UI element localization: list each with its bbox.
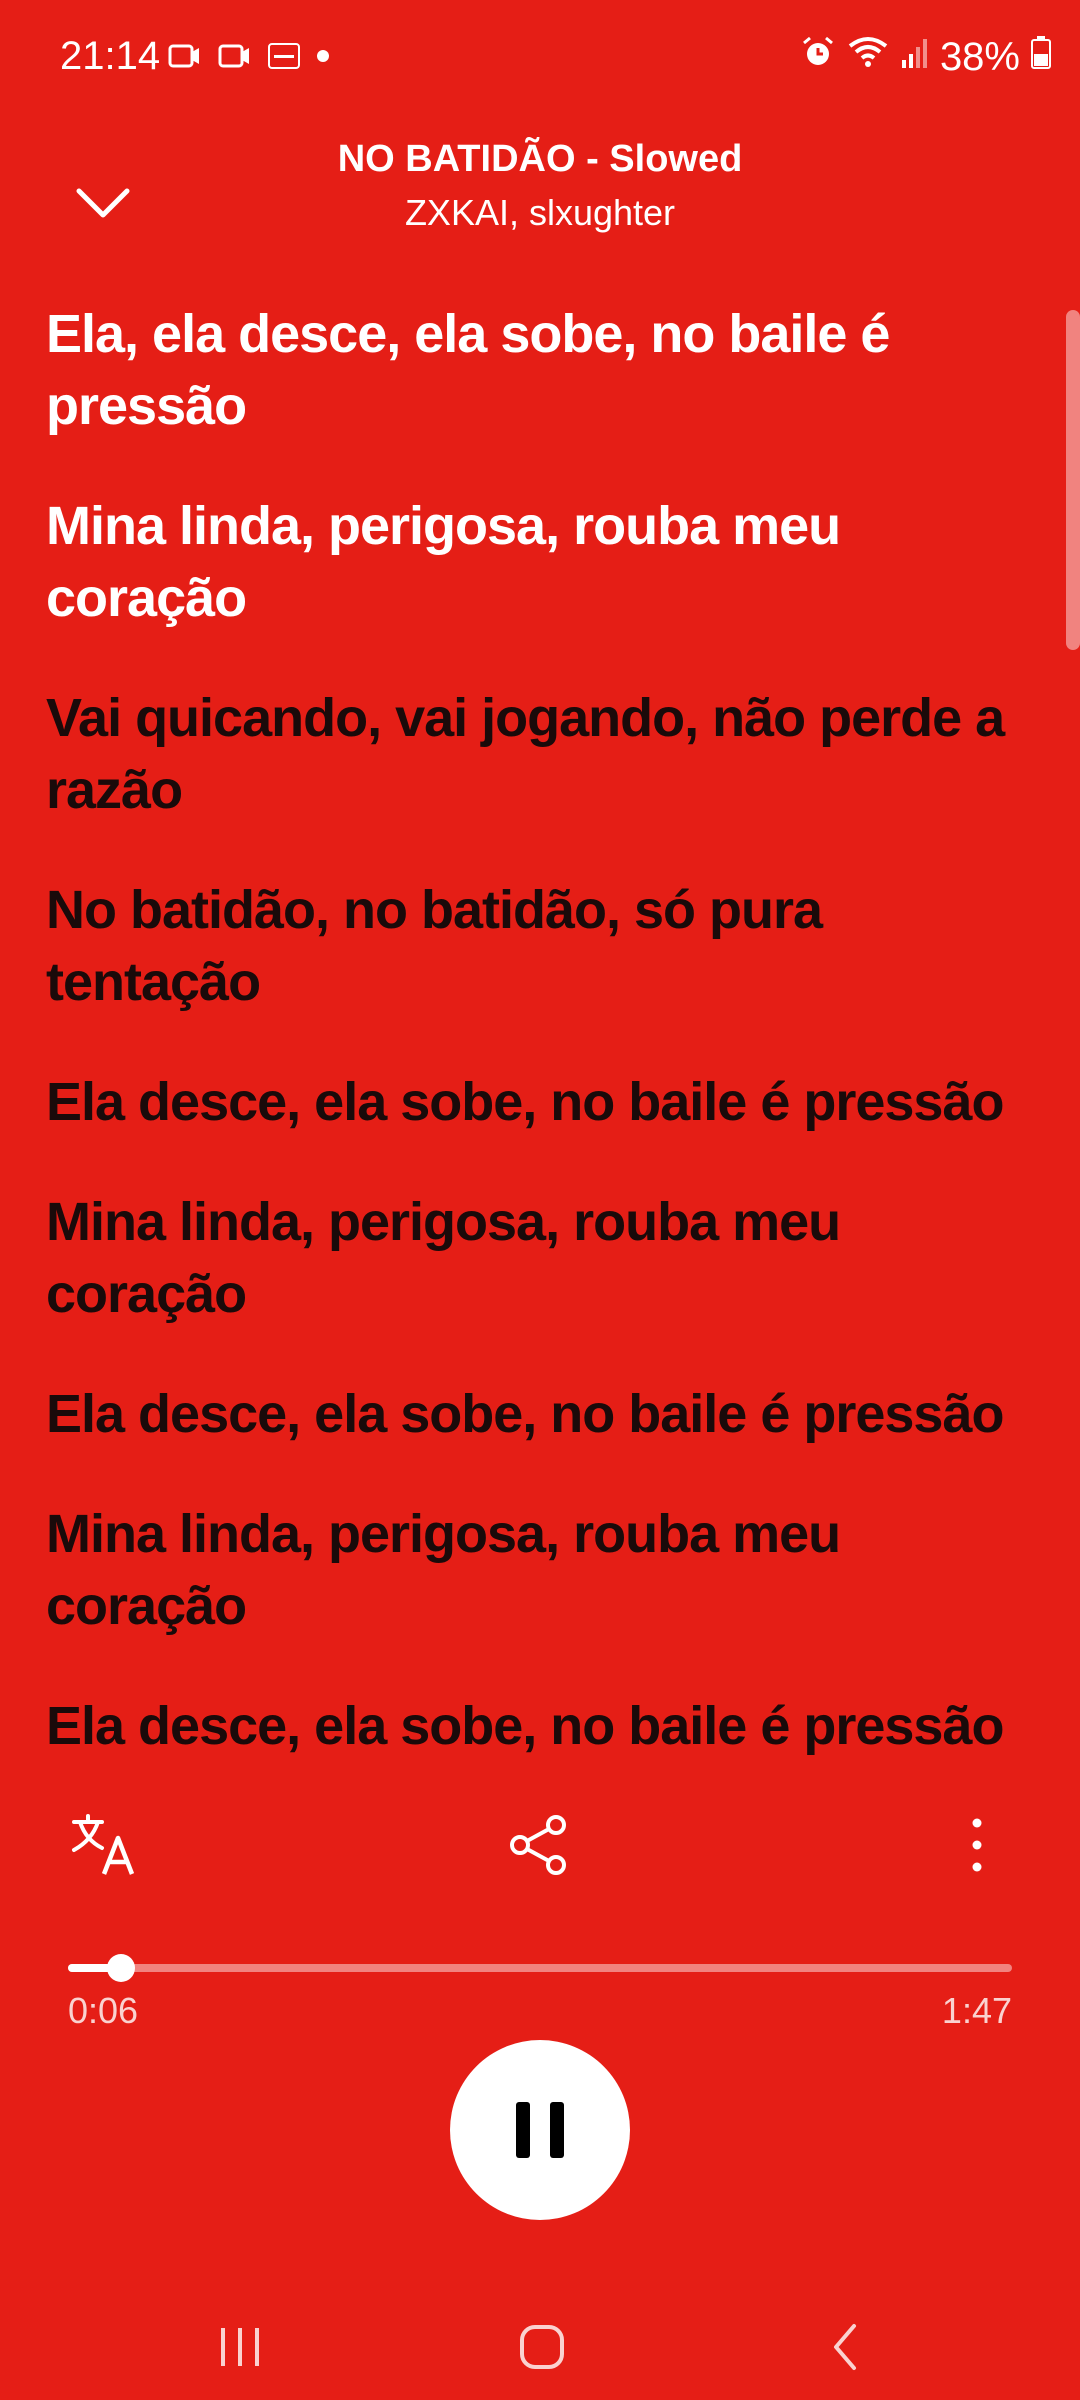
signal-icon [900, 34, 930, 80]
lyrics-scrollbar[interactable] [1066, 310, 1080, 650]
seek-bar[interactable] [68, 1954, 1012, 1982]
lyric-line[interactable]: Mina linda, perigosa, rouba meu coração [46, 1498, 1036, 1642]
song-title: NO BATIDÃO - Slowed [337, 138, 743, 180]
back-icon [834, 2324, 856, 2370]
translate-button[interactable] [66, 1808, 140, 1882]
system-navigation-bar [0, 2290, 1080, 2400]
elapsed-time: 0:06 [68, 1990, 139, 2031]
lyric-line[interactable]: Ela, ela desce, ela sobe, no baile é pre… [46, 298, 1036, 442]
pause-button[interactable] [450, 2040, 630, 2220]
home-icon [520, 2325, 564, 2369]
lyrics-actions [0, 1800, 1080, 1890]
more-vertical-icon [972, 1818, 982, 1872]
lyric-line[interactable]: Ela desce, ela sobe, no baile é pressão [46, 1066, 1036, 1138]
more-options-button[interactable] [940, 1808, 1014, 1882]
battery-icon [1030, 34, 1052, 80]
status-bar: 21:14 38% [0, 0, 1080, 118]
seek-bar-thumb[interactable] [106, 1954, 135, 1982]
lyrics-panel[interactable]: Ela, ela desce, ela sobe, no baile é pre… [46, 298, 1036, 1758]
lyric-line[interactable]: No batidão, no batidão, só pura tentação [46, 874, 1036, 1018]
alarm-icon [800, 34, 836, 80]
back-button[interactable] [806, 2312, 886, 2382]
now-playing-header: NO BATIDÃO - Slowed ZXKAI, slxughter [0, 130, 1080, 250]
lyric-line[interactable]: Vai quicando, vai jogando, não perde a r… [46, 682, 1036, 826]
wifi-icon [846, 34, 890, 80]
translate-icon [72, 1814, 135, 1875]
recents-icon [221, 2328, 259, 2366]
notification-icons [166, 38, 330, 79]
screen-record-icon [166, 38, 202, 79]
dot-icon [316, 49, 330, 68]
lyric-line[interactable]: Ela desce, ela sobe, no baile é pressão [46, 1690, 1036, 1758]
recents-button[interactable] [200, 2312, 280, 2382]
system-status: 38% [800, 34, 1052, 80]
lyric-line[interactable]: Mina linda, perigosa, rouba meu coração [46, 1186, 1036, 1330]
battery-percentage: 38% [939, 34, 1020, 79]
song-artist: ZXKAI, slxughter [404, 192, 676, 233]
status-time: 21:14 [60, 34, 161, 78]
pause-icon [516, 2102, 564, 2158]
total-time: 1:47 [941, 1990, 1012, 2031]
share-icon [510, 1815, 566, 1875]
temu-icon [266, 38, 302, 79]
lyric-line[interactable]: Mina linda, perigosa, rouba meu coração [46, 490, 1036, 634]
lyric-line[interactable]: Ela desce, ela sobe, no baile é pressão [46, 1378, 1036, 1450]
share-button[interactable] [502, 1808, 576, 1882]
screen-record-icon [216, 38, 252, 79]
home-button[interactable] [502, 2312, 582, 2382]
